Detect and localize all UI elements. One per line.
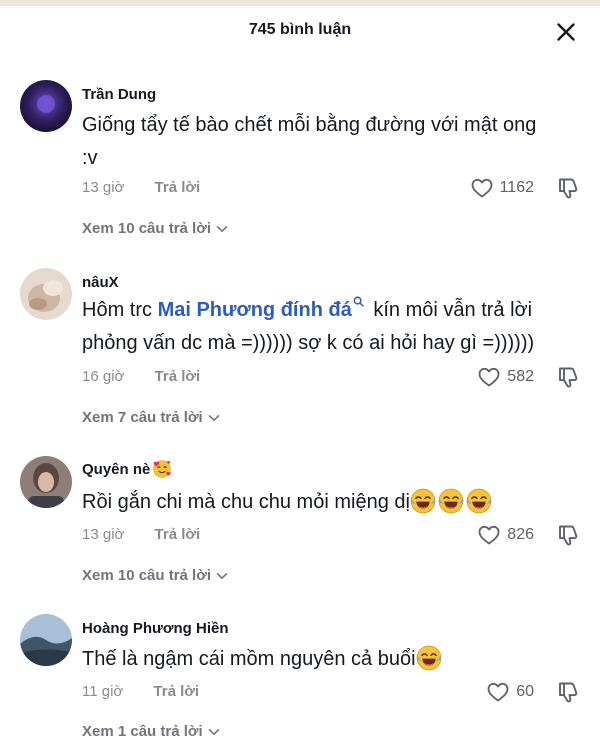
dislike-icon[interactable]	[556, 176, 580, 200]
comment-time: 13 giờ	[82, 526, 125, 543]
heart-icon	[477, 365, 501, 389]
comment-text-part: Rồi gắn chi mà chu chu mỏi miệng dị	[82, 491, 410, 513]
view-replies-button[interactable]: Xem 10 câu trả lời	[82, 220, 228, 237]
like-count: 1162	[499, 179, 534, 196]
avatar[interactable]	[20, 80, 72, 132]
comment-author[interactable]: Quyên nè	[82, 461, 172, 479]
comment-text: Hôm trc Mai Phương đính đá kín môi vẫn t…	[82, 294, 582, 360]
heart-icon	[470, 176, 494, 200]
heart-icon	[486, 680, 510, 704]
chevron-down-icon	[216, 570, 228, 582]
comment-text-part: Thế là ngậm cái mồm nguyên cả buổi	[82, 648, 416, 670]
chevron-down-icon	[208, 726, 220, 738]
view-replies-button[interactable]: Xem 1 câu trả lời	[82, 723, 220, 740]
avatar[interactable]	[20, 614, 72, 666]
face-with-tears-of-joy-icon	[410, 488, 436, 514]
chevron-down-icon	[208, 412, 220, 424]
avatar[interactable]	[20, 456, 72, 508]
comment-text: Rồi gắn chi mà chu chu mỏi miệng dị	[82, 486, 582, 519]
comment-text-part: kín môi vẫn trả lời	[367, 299, 533, 321]
like-count: 60	[516, 683, 534, 700]
dislike-icon[interactable]	[556, 680, 580, 704]
comment-author[interactable]: Trần Dung	[82, 86, 156, 103]
comment-time: 16 giờ	[82, 368, 125, 385]
comment-text-line: phỏng vấn dc mà =)))))) sợ k có ai hỏi h…	[82, 332, 535, 354]
face-with-tears-of-joy-icon	[466, 488, 492, 514]
like-count: 582	[507, 368, 534, 385]
face-with-tears-of-joy-icon	[416, 645, 442, 671]
view-replies-button[interactable]: Xem 10 câu trả lời	[82, 567, 228, 584]
heart-icon	[477, 523, 501, 547]
comment-text: Giống tẩy tế bào chết mỗi bằng đường với…	[82, 114, 537, 169]
like-button[interactable]: 60	[486, 680, 534, 704]
mention-link[interactable]: Mai Phương đính đá	[158, 299, 352, 321]
like-button[interactable]: 1162	[470, 176, 534, 200]
comment-time: 13 giờ	[82, 179, 125, 196]
comment-meta: 13 giờ Trả lời	[82, 526, 200, 546]
comment-time: 11 giờ	[82, 683, 124, 700]
comment-author[interactable]: Hoàng Phương Hiền	[82, 620, 229, 637]
reply-button[interactable]: Trả lời	[155, 368, 201, 385]
chevron-down-icon	[216, 223, 228, 235]
avatar[interactable]	[20, 268, 72, 320]
comment-author[interactable]: nâuX	[82, 274, 119, 291]
reply-button[interactable]: Trả lời	[155, 179, 201, 196]
comment-text-part: Hôm trc	[82, 299, 158, 321]
comment-text: Thế là ngậm cái mồm nguyên cả buổi	[82, 643, 582, 676]
dislike-icon[interactable]	[556, 523, 580, 547]
view-replies-button[interactable]: Xem 7 câu trả lời	[82, 409, 220, 426]
face-with-tears-of-joy-icon	[438, 488, 464, 514]
like-count: 826	[507, 526, 534, 543]
search-icon	[353, 296, 364, 307]
close-icon[interactable]	[554, 20, 578, 44]
comment-meta: 11 giờ Trả lời	[82, 683, 199, 703]
smiling-face-with-hearts-icon	[152, 459, 172, 479]
like-button[interactable]: 582	[477, 365, 534, 389]
comment-meta: 16 giờ Trả lời	[82, 368, 200, 388]
dislike-icon[interactable]	[556, 365, 580, 389]
comments-count-title: 745 bình luận	[248, 21, 352, 38]
like-button[interactable]: 826	[477, 523, 534, 547]
comment-author-name: Quyên nè	[82, 461, 151, 478]
comment-meta: 13 giờ Trả lời	[82, 179, 200, 199]
reply-button[interactable]: Trả lời	[153, 683, 199, 700]
reply-button[interactable]: Trả lời	[155, 526, 201, 543]
comments-header: 745 bình luận	[0, 6, 600, 58]
